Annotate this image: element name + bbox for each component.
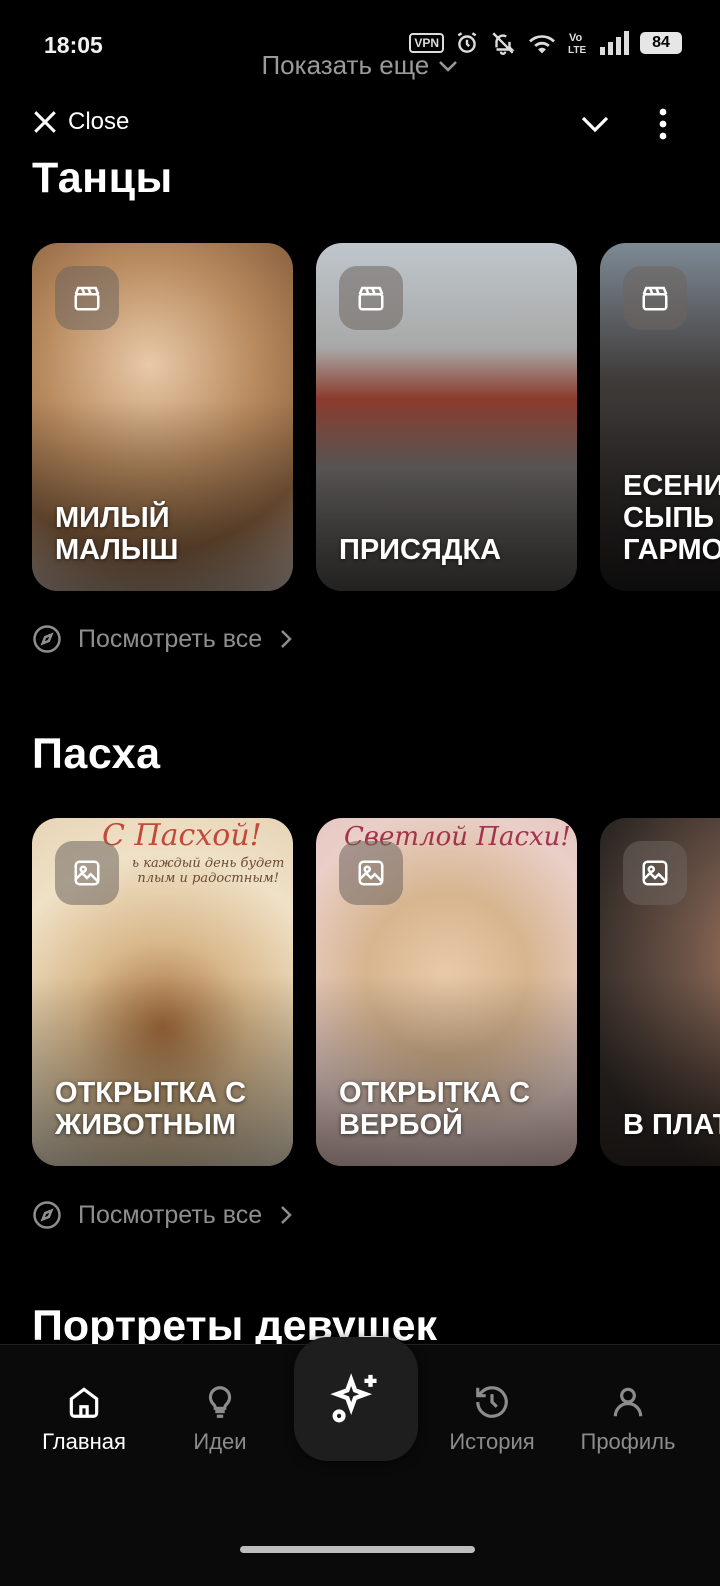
- nav-history[interactable]: История: [432, 1383, 552, 1455]
- card-postcard-animal[interactable]: С Пасхой! ь каждый день будет плым и рад…: [32, 818, 293, 1166]
- close-label: Close: [68, 108, 130, 135]
- see-all-dances[interactable]: Посмотреть все: [32, 624, 294, 654]
- see-all-label: Посмотреть все: [78, 1200, 263, 1229]
- card-label: ОТКРЫТКА С ВЕРБОЙ: [339, 1077, 531, 1142]
- show-more-link[interactable]: Показать еще: [0, 50, 720, 81]
- chevron-right-icon: [281, 630, 292, 648]
- nav-profile[interactable]: Профиль: [568, 1383, 688, 1455]
- top-bar: Close: [0, 100, 720, 150]
- card-label: В ПЛАТКЕ: [623, 1109, 720, 1142]
- nav-ideas[interactable]: Идеи: [160, 1383, 280, 1455]
- card-type-badge: [339, 266, 403, 330]
- chevron-down-icon: [438, 61, 457, 72]
- create-button[interactable]: [294, 1337, 418, 1461]
- card-label: ПРИСЯДКА: [339, 534, 502, 567]
- image-icon: [358, 860, 384, 886]
- card-label: МИЛЫЙ МАЛЫШ: [55, 502, 179, 567]
- clapperboard-icon: [74, 286, 100, 311]
- nav-ideas-label: Идеи: [193, 1429, 247, 1454]
- nav-history-label: История: [449, 1429, 535, 1454]
- svg-text:Vo: Vo: [569, 32, 583, 44]
- postcard-heading: С Пасхой!: [102, 818, 262, 853]
- dances-carousel[interactable]: МИЛЫЙ МАЛЫШ ПРИСЯДКА ЕСЕНИН СЫПЬ ГАРМОНЬ: [32, 243, 720, 593]
- card-label: ЕСЕНИН СЫПЬ ГАРМОНЬ: [623, 470, 720, 567]
- card-type-badge: [55, 841, 119, 905]
- card-label: ОТКРЫТКА С ЖИВОТНЫМ: [55, 1077, 247, 1142]
- compass-icon: [33, 1201, 61, 1229]
- show-more-label: Показать еще: [261, 50, 430, 80]
- history-icon: [476, 1386, 508, 1418]
- see-all-easter[interactable]: Посмотреть все: [32, 1200, 294, 1230]
- nav-home[interactable]: Главная: [24, 1383, 144, 1455]
- card-type-badge: [623, 841, 687, 905]
- card-cute-baby[interactable]: МИЛЫЙ МАЛЫШ: [32, 243, 293, 591]
- clapperboard-icon: [642, 286, 668, 311]
- card-type-badge: [339, 841, 403, 905]
- close-button[interactable]: Close: [32, 108, 129, 136]
- card-type-badge: [623, 266, 687, 330]
- nav-home-label: Главная: [42, 1429, 126, 1454]
- image-icon: [74, 860, 100, 886]
- close-icon: [34, 111, 56, 133]
- card-type-badge: [55, 266, 119, 330]
- more-options-icon[interactable]: [650, 106, 676, 142]
- image-icon: [642, 860, 668, 886]
- postcard-subtext: ь каждый день будет плым и радостным!: [132, 856, 285, 886]
- chevron-right-icon: [281, 1206, 292, 1224]
- clapperboard-icon: [358, 286, 384, 311]
- compass-icon: [33, 625, 61, 653]
- card-headscarf[interactable]: В ПЛАТКЕ: [600, 818, 720, 1166]
- card-prisyadka[interactable]: ПРИСЯДКА: [316, 243, 577, 591]
- section-title-easter: Пасха: [32, 730, 161, 778]
- lightbulb-icon: [208, 1386, 232, 1418]
- sparkle-plus-icon: [330, 1373, 377, 1423]
- collapse-chevron-icon[interactable]: [578, 110, 612, 138]
- card-postcard-willow[interactable]: Светлой Пасхи! ОТКРЫТКА С ВЕРБОЙ: [316, 818, 577, 1166]
- easter-carousel[interactable]: С Пасхой! ь каждый день будет плым и рад…: [32, 818, 720, 1168]
- see-all-label: Посмотреть все: [78, 624, 263, 653]
- card-esenin[interactable]: ЕСЕНИН СЫПЬ ГАРМОНЬ: [600, 243, 720, 591]
- profile-icon: [613, 1387, 643, 1417]
- section-title-dances: Танцы: [32, 154, 173, 202]
- home-icon: [69, 1387, 99, 1418]
- home-indicator: [240, 1546, 475, 1553]
- nav-profile-label: Профиль: [580, 1429, 676, 1454]
